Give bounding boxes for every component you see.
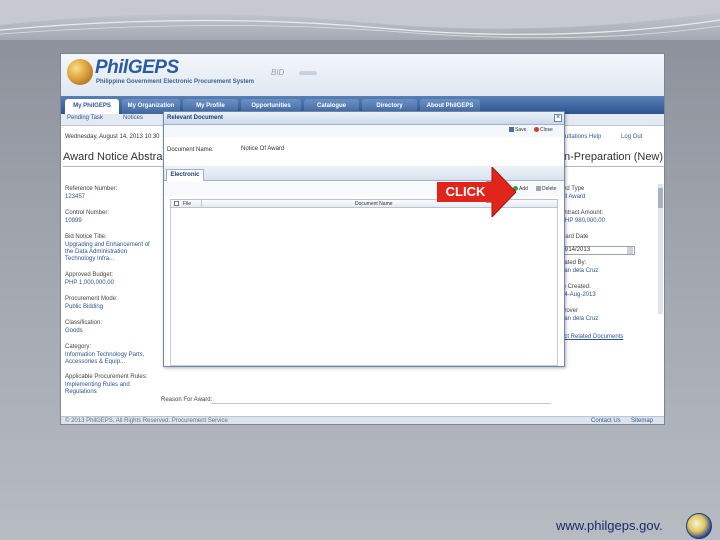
government-seal-logo xyxy=(686,513,712,539)
relevant-document-dialog: Relevant Document × Save Close Document … xyxy=(163,111,565,367)
approved-budget-value: PHP 1,000,000.00 xyxy=(65,280,114,286)
bid-notice-title-value: Upgrading and Enhancement of the Data Ad… xyxy=(65,242,150,262)
page-title-right: n-Preparation (New) xyxy=(564,151,664,163)
created-by-value: uan dela Cruz xyxy=(561,268,599,274)
app-banner: PhilGEPS Philippine Government Electroni… xyxy=(61,54,664,96)
dialog-save-label: Save xyxy=(515,127,527,133)
classification-label: Classification: xyxy=(65,320,103,326)
category-value: Information Technology Parts, Accessorie… xyxy=(65,352,145,365)
control-number-value: 10999 xyxy=(65,218,82,224)
reference-number-value[interactable]: 123457 xyxy=(65,194,85,201)
copyright-text: © 2013 PhilGEPS. All Rights Reserved. Pr… xyxy=(65,418,228,424)
header-links: ultations Help Log Out xyxy=(565,134,642,140)
app-logo-subtitle: Philippine Government Electronic Procure… xyxy=(96,79,255,85)
subnav-pending-task[interactable]: Pending Task xyxy=(67,115,103,121)
scrollbar-thumb[interactable] xyxy=(658,188,663,208)
delete-document-label: Delete xyxy=(542,186,557,192)
dialog-toolbar: Save Close xyxy=(164,125,564,137)
page-scrollbar[interactable] xyxy=(658,184,663,314)
classification-value: Goods xyxy=(65,328,83,334)
column-divider xyxy=(201,200,202,207)
bid-notice-title-label: Bid Notice Title: xyxy=(65,234,107,240)
document-name-field[interactable]: Notice Of Award xyxy=(241,146,284,152)
slide-top-band xyxy=(0,0,720,40)
app-screenshot: PhilGEPS Philippine Government Electroni… xyxy=(60,53,665,425)
dialog-save-button[interactable]: Save xyxy=(509,127,526,133)
procurement-mode-value: Public Bidding xyxy=(65,304,104,310)
delete-icon xyxy=(536,186,541,191)
approved-budget-label: Approved Budget: xyxy=(65,272,114,278)
app-logo[interactable]: PhilGEPS xyxy=(95,57,179,79)
title-divider-right xyxy=(564,166,664,167)
dialog-title: Relevant Document xyxy=(167,115,224,121)
bid-label: BID xyxy=(271,68,285,77)
help-link[interactable]: ultations Help xyxy=(565,134,601,140)
reason-for-award-field[interactable] xyxy=(211,403,551,404)
procurement-mode-label: Procurement Mode: xyxy=(65,296,118,302)
bid-indicator xyxy=(299,71,317,75)
click-callout: CLICK xyxy=(437,182,494,202)
contract-amount-label: ontract Amount: xyxy=(561,210,604,216)
document-name-label: Document Name: xyxy=(167,147,214,153)
tab-electronic[interactable]: Electronic xyxy=(166,169,204,181)
contact-us-link[interactable]: Contact Us xyxy=(591,418,621,424)
category-label: Category: xyxy=(65,344,92,350)
dialog-titlebar[interactable]: Relevant Document × xyxy=(164,112,564,125)
add-document-label: Add xyxy=(519,186,528,192)
related-documents-link[interactable]: ect Related Documents xyxy=(561,334,623,341)
dialog-close-icon[interactable]: × xyxy=(554,114,562,122)
control-number-label: Control Number: xyxy=(65,210,110,216)
logout-link[interactable]: Log Out xyxy=(621,134,642,140)
procurement-rules-label: Applicable Procurement Rules: xyxy=(65,374,148,380)
select-all-checkbox[interactable] xyxy=(174,201,179,206)
website-url[interactable]: www.philgeps.gov. xyxy=(556,518,663,533)
page-title-left: Award Notice Abstrac xyxy=(63,151,168,163)
reference-number-label: Reference Number: xyxy=(65,186,118,192)
approver-value: uan dela Cruz xyxy=(561,316,599,322)
tab-my-philgeps[interactable]: My PhilGEPS xyxy=(65,99,119,114)
calendar-icon[interactable] xyxy=(627,247,633,254)
close-icon xyxy=(534,127,539,132)
save-icon xyxy=(509,127,514,132)
app-footer: © 2013 PhilGEPS. All Rights Reserved. Pr… xyxy=(61,416,664,424)
document-grid-body xyxy=(170,208,558,366)
date-created-label: te Created: xyxy=(561,284,591,290)
contract-amount-value: PHP 980,000.00 xyxy=(561,218,605,224)
column-document-name[interactable]: Document Name xyxy=(355,201,393,207)
delete-document-button[interactable]: Delete xyxy=(536,186,556,192)
award-date-input[interactable]: 08/14/2013 xyxy=(557,246,635,255)
date-created-value: 14-Aug-2013 xyxy=(561,292,596,298)
title-divider-left xyxy=(63,166,163,167)
reason-for-award-label: Reason For Award: xyxy=(161,397,213,403)
procurement-rules-value: Implementing Rules and Regulations xyxy=(65,382,130,395)
globe-logo-icon xyxy=(67,59,93,85)
column-file[interactable]: File xyxy=(183,201,191,207)
dialog-close-button[interactable]: Close xyxy=(534,127,553,133)
award-date-label: ward Date xyxy=(561,234,589,240)
sitemap-link[interactable]: Sitemap xyxy=(631,418,653,424)
dialog-close-label: Close xyxy=(540,127,553,133)
date-line: Wednesday, August 14, 2013 10:30 xyxy=(65,134,160,140)
subnav-notices[interactable]: Notices xyxy=(123,115,143,121)
